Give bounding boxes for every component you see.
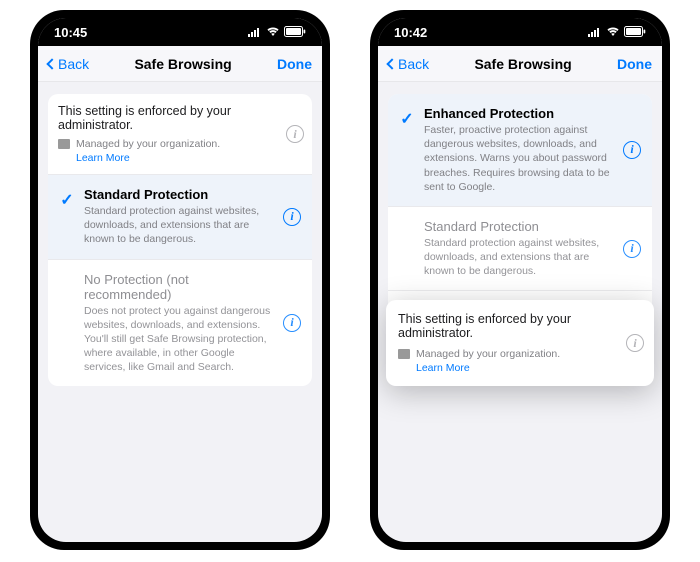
admin-notice: This setting is enforced by your adminis… <box>48 94 312 175</box>
option-enhanced[interactable]: ✓ Enhanced Protection Faster, proactive … <box>388 94 652 207</box>
cellular-icon <box>248 25 262 40</box>
option-standard: Standard Protection Standard protection … <box>388 207 652 292</box>
content-area: ✓ Enhanced Protection Faster, proactive … <box>378 82 662 352</box>
back-label: Back <box>58 56 89 72</box>
option-title: No Protection (not recommended) <box>84 272 274 302</box>
settings-list: This setting is enforced by your adminis… <box>48 94 312 386</box>
info-icon[interactable]: i <box>283 314 301 332</box>
settings-list: ✓ Enhanced Protection Faster, proactive … <box>388 94 652 324</box>
option-no-protection: No Protection (not recommended) Does not… <box>48 260 312 387</box>
content-area: This setting is enforced by your adminis… <box>38 82 322 398</box>
chevron-left-icon <box>46 58 57 69</box>
wifi-icon <box>606 25 620 40</box>
option-title: Standard Protection <box>424 219 614 234</box>
info-icon[interactable]: i <box>283 208 301 226</box>
battery-icon <box>284 25 306 40</box>
option-subtitle: Standard protection against websites, do… <box>424 236 614 279</box>
status-indicators <box>248 25 306 40</box>
battery-icon <box>624 25 646 40</box>
nav-bar: Back Safe Browsing Done <box>38 46 322 82</box>
checkmark-icon: ✓ <box>400 109 413 129</box>
status-bar: 10:42 <box>378 18 662 46</box>
wifi-icon <box>266 25 280 40</box>
learn-more-link[interactable]: Learn More <box>76 152 220 164</box>
done-button[interactable]: Done <box>617 56 652 72</box>
info-icon[interactable]: i <box>626 334 644 352</box>
nav-bar: Back Safe Browsing Done <box>378 46 662 82</box>
cellular-icon <box>588 25 602 40</box>
learn-more-link[interactable]: Learn More <box>416 362 560 374</box>
organization-icon <box>398 349 410 359</box>
back-button[interactable]: Back <box>388 56 429 72</box>
done-button[interactable]: Done <box>277 56 312 72</box>
info-icon[interactable]: i <box>286 125 304 143</box>
info-icon[interactable]: i <box>623 240 641 258</box>
checkmark-icon: ✓ <box>60 190 73 210</box>
chevron-left-icon <box>386 58 397 69</box>
page-title: Safe Browsing <box>134 56 231 72</box>
info-icon[interactable]: i <box>623 141 641 159</box>
notice-title: This setting is enforced by your adminis… <box>398 312 642 340</box>
managed-text: Managed by your organization. <box>76 138 220 150</box>
screen-right: 10:42 Back Safe Browsing Done <box>378 18 662 542</box>
page-title: Safe Browsing <box>474 56 571 72</box>
option-title: Enhanced Protection <box>424 106 614 121</box>
option-standard[interactable]: ✓ Standard Protection Standard protectio… <box>48 175 312 260</box>
screen-left: 10:45 Back Safe Browsing Done <box>38 18 322 542</box>
notice-title: This setting is enforced by your adminis… <box>58 104 302 132</box>
admin-notice-popup: This setting is enforced by your adminis… <box>386 300 654 386</box>
option-subtitle: Faster, proactive protection against dan… <box>424 123 614 194</box>
status-bar: 10:45 <box>38 18 322 46</box>
status-time: 10:42 <box>394 25 427 40</box>
option-subtitle: Standard protection against websites, do… <box>84 204 274 247</box>
option-title: Standard Protection <box>84 187 274 202</box>
back-button[interactable]: Back <box>48 56 89 72</box>
phone-frame-right: 10:42 Back Safe Browsing Done <box>370 10 670 550</box>
phone-frame-left: 10:45 Back Safe Browsing Done <box>30 10 330 550</box>
status-indicators <box>588 25 646 40</box>
organization-icon <box>58 139 70 149</box>
option-subtitle: Does not protect you against dangerous w… <box>84 304 274 375</box>
back-label: Back <box>398 56 429 72</box>
managed-text: Managed by your organization. <box>416 348 560 360</box>
status-time: 10:45 <box>54 25 87 40</box>
